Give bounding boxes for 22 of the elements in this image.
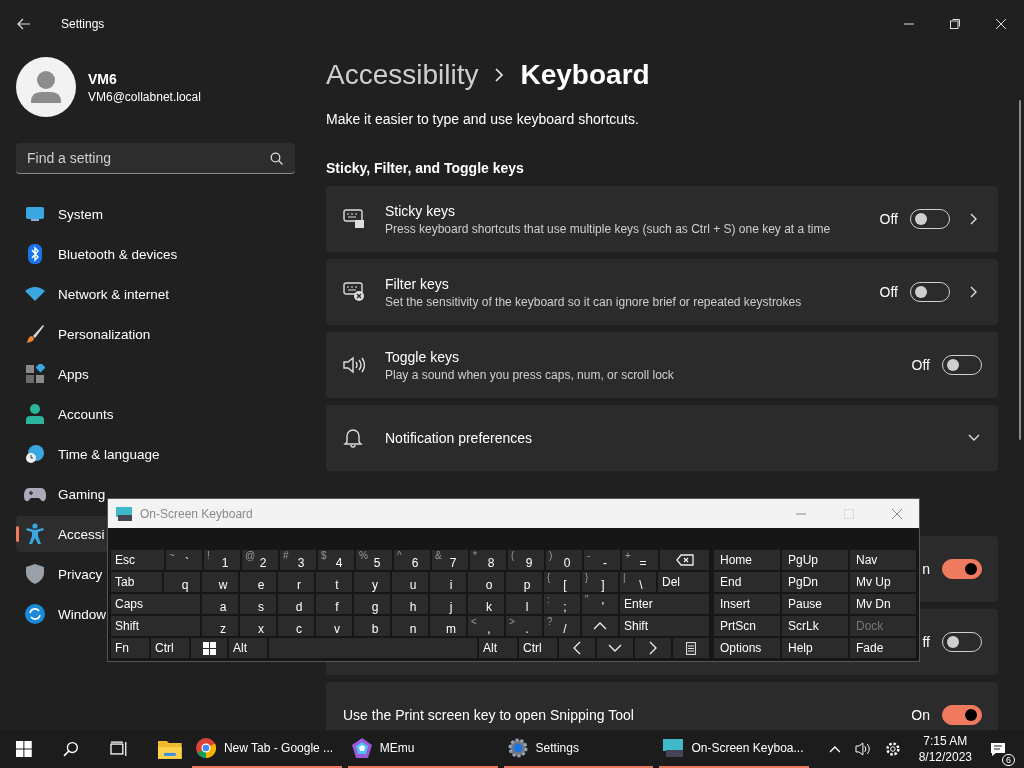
- toggle-state: Off: [879, 284, 898, 300]
- setting-title: Notification preferences: [385, 430, 534, 446]
- toggle-state: ff: [922, 634, 930, 650]
- setting-description: Set the sensitivity of the keyboard so it can ignore brief or repeated keystrokes: [385, 294, 803, 309]
- toggle-state: n: [922, 561, 930, 577]
- setting-title: Toggle keys: [385, 348, 460, 365]
- notification-badge: 6: [1002, 753, 1016, 766]
- toggle-state: Off: [879, 211, 898, 227]
- window-title: Settings: [61, 17, 105, 31]
- window-title: On-Screen Keyboard: [140, 506, 253, 521]
- page-title: Keyboard: [520, 59, 650, 91]
- setting-title: Use the Print screen key to open Snipping Tool: [343, 707, 635, 723]
- section-heading: Sticky, Filter, and Toggle keys: [326, 160, 525, 176]
- page-description: Make it easier to type and use keyboard shortcuts.: [326, 111, 640, 127]
- user-email: VM6@collabnet.local: [88, 89, 201, 104]
- setting-title: Sticky keys: [385, 202, 456, 219]
- setting-description: Play a sound when you press caps, num, or scroll lock: [385, 367, 675, 382]
- toggle-state: On: [911, 707, 930, 723]
- setting-title: Filter keys: [385, 275, 450, 292]
- setting-description: Press keyboard shortcuts that use multiple keys (such as Ctrl + S) one key at a time: [385, 221, 832, 236]
- toggle-state: Off: [911, 357, 930, 373]
- user-name: VM6: [88, 70, 118, 87]
